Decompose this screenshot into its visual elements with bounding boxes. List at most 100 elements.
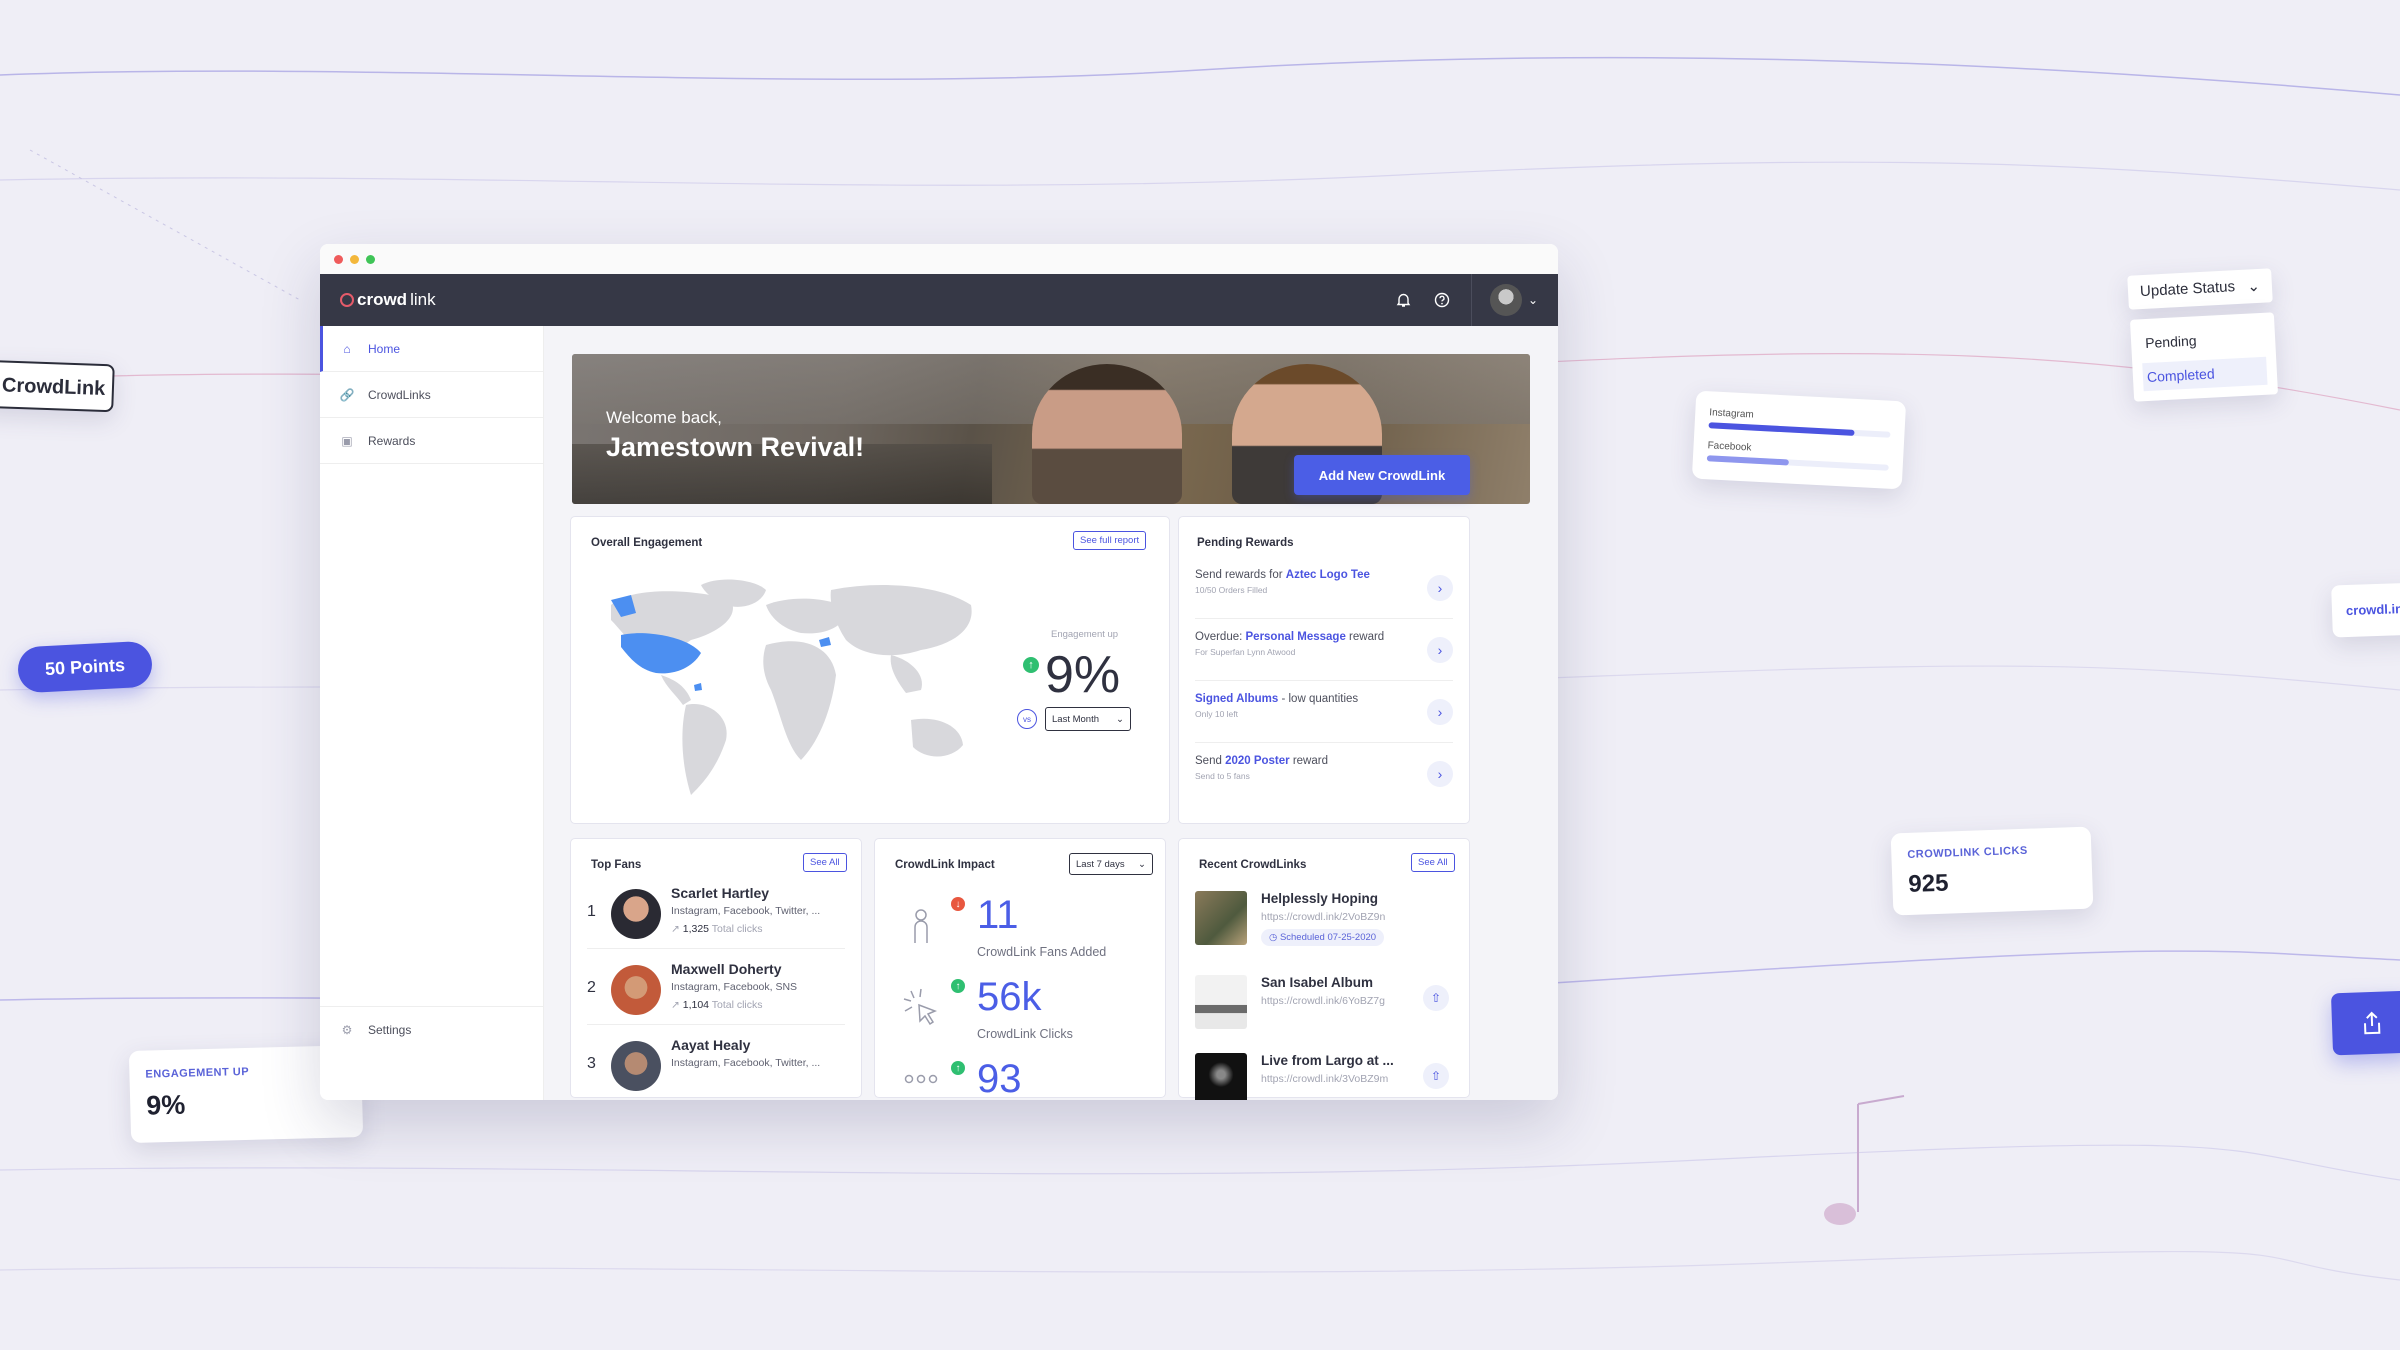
arrow-up-icon: ↑ (1023, 657, 1039, 673)
add-new-crowdlink-button[interactable]: Add New CrowdLink (1294, 455, 1470, 495)
period-select[interactable]: Last Month ⌄ (1045, 707, 1131, 731)
reward-row[interactable]: Send rewards for Aztec Logo Tee 10/50 Or… (1195, 557, 1453, 619)
world-map (611, 579, 972, 795)
status-option-completed[interactable]: Completed (2142, 356, 2268, 392)
crowdlink-tag: CrowdLink (0, 359, 115, 413)
reward-highlight: 2020 Poster (1225, 755, 1290, 767)
fan-row[interactable]: 1 Scarlet Hartley Instagram, Facebook, T… (587, 875, 845, 949)
crowdlink-logo[interactable]: crowd link (340, 290, 436, 310)
sidebar-item-settings[interactable]: ⚙ Settings (320, 1006, 543, 1052)
impact-label: CrowdLink Fans Added (977, 945, 1107, 959)
close-dot[interactable] (334, 254, 343, 264)
vs-badge: vs (1017, 709, 1037, 729)
panel-title: Top Fans (591, 859, 642, 871)
share-fab[interactable] (2330, 990, 2400, 1056)
reward-text-post: reward (1345, 631, 1385, 643)
reward-highlight: Aztec Logo Tee (1285, 569, 1370, 581)
panel-title: CrowdLink Impact (895, 859, 995, 871)
dashboard-main: Welcome back, Jamestown Revival! Add New… (544, 326, 1558, 1100)
chevron-down-icon: ⌄ (2246, 277, 2261, 296)
crowdlink-clicks-value: 925 (1907, 869, 1949, 898)
crowdlink-row[interactable]: Live from Largo at ... https://crowdl.in… (1195, 1045, 1453, 1100)
chevron-right-icon[interactable]: › (1427, 699, 1453, 725)
maximize-dot[interactable] (366, 254, 375, 264)
sidebar-item-label: Home (368, 341, 401, 356)
album-thumbnail (1195, 1053, 1247, 1100)
sidebar-item-rewards[interactable]: ▣ Rewards (320, 418, 543, 464)
gear-icon: ⚙ (341, 1022, 353, 1037)
fan-clicks-value: 1,104 (682, 999, 710, 1011)
crowdlink-title: San Isabel Album (1261, 975, 1374, 990)
user-menu[interactable]: ⌄ (1470, 274, 1538, 326)
impact-row: ↓ 11 CrowdLink Fans Added (891, 887, 1149, 969)
app-window: crowd link ⌄ ⌂ Home 🔗 CrowdLinks ▣ Rewar… (320, 244, 1558, 1100)
fan-row[interactable]: 2 Maxwell Doherty Instagram, Facebook, S… (587, 951, 845, 1025)
fan-name: Scarlet Hartley (671, 885, 770, 901)
reward-text-post: reward (1289, 755, 1328, 767)
logo-text-bold: crowd (357, 290, 408, 309)
chevron-down-icon: ⌄ (1116, 713, 1124, 725)
impact-period-select[interactable]: Last 7 days ⌄ (1069, 853, 1153, 875)
logo-text-light: link (410, 290, 436, 309)
fan-avatar (611, 1041, 661, 1091)
fan-row[interactable]: 3 Aayat Healy Instagram, Facebook, Twitt… (587, 1027, 845, 1100)
panel-title: Recent CrowdLinks (1199, 859, 1307, 871)
recent-crowdlinks-panel: Recent CrowdLinks See All Helplessly Hop… (1178, 838, 1470, 1100)
sidebar-item-label: CrowdLinks (368, 387, 431, 402)
chevron-right-icon[interactable]: › (1427, 575, 1453, 601)
status-option-pending[interactable]: Pending (2140, 323, 2265, 357)
reward-row[interactable]: Signed Albums - low quantities Only 10 l… (1195, 681, 1453, 743)
engagement-caption: Engagement up (1051, 629, 1119, 640)
reward-subtext: Send to 5 fans (1195, 771, 1250, 781)
welcome-name: Jamestown Revival! (606, 432, 865, 462)
crowdlink-impact-panel: CrowdLink Impact Last 7 days ⌄ ↓ 11 Crow… (874, 838, 1166, 1100)
minimize-dot[interactable] (350, 254, 359, 264)
see-full-report-button[interactable]: See full report (1073, 531, 1147, 550)
reward-row[interactable]: Overdue: Personal Message reward For Sup… (1195, 619, 1453, 681)
help-icon[interactable] (1433, 291, 1451, 309)
fan-clicks: ↗ 1,325 Total clicks (671, 923, 763, 935)
top-fans-panel: Top Fans See All 1 Scarlet Hartley Insta… (570, 838, 862, 1098)
welcome-text: Welcome back, Jamestown Revival! (606, 408, 864, 463)
fan-rank: 3 (587, 1055, 596, 1072)
home-icon: ⌂ (343, 341, 351, 356)
crowdlink-row[interactable]: San Isabel Album https://crowdl.ink/6YoB… (1195, 967, 1453, 1047)
panel-title: Overall Engagement (591, 537, 703, 549)
band-member-photo (1032, 364, 1182, 504)
bell-icon[interactable] (1395, 291, 1413, 309)
see-all-fans-button[interactable]: See All (803, 853, 847, 872)
album-thumbnail (1195, 975, 1247, 1029)
reward-text: Send 2020 Poster reward (1195, 755, 1453, 767)
chevron-right-icon[interactable]: › (1427, 761, 1453, 787)
status-menu: Pending Completed (2129, 312, 2279, 402)
gift-icon: ▣ (341, 433, 353, 448)
sidebar-item-home[interactable]: ⌂ Home (320, 326, 543, 372)
pending-rewards-panel: Pending Rewards Send rewards for Aztec L… (1178, 516, 1470, 824)
album-thumbnail (1195, 891, 1247, 945)
impact-period-value: Last 7 days (1076, 858, 1125, 870)
reward-text-pre: Overdue: (1195, 631, 1246, 643)
share-icon[interactable]: ⇧ (1423, 985, 1449, 1011)
social-bar-facebook (1706, 455, 1789, 466)
sidebar-item-label: Settings (368, 1022, 412, 1037)
sidebar: ⌂ Home 🔗 CrowdLinks ▣ Rewards ⚙ Settings (320, 326, 544, 1100)
crowdlink-row[interactable]: Helplessly Hoping https://crowdl.ink/2Vo… (1195, 883, 1453, 963)
cursor-click-icon (903, 988, 938, 1026)
impact-value: 11 (977, 893, 1019, 937)
chevron-down-icon: ⌄ (1527, 293, 1538, 307)
welcome-greeting: Welcome back, (606, 408, 722, 427)
chevron-right-icon[interactable]: › (1427, 637, 1453, 663)
reward-row[interactable]: Send 2020 Poster reward Send to 5 fans › (1195, 743, 1453, 805)
share-icon[interactable]: ⇧ (1423, 1063, 1449, 1089)
reward-highlight: Personal Message (1245, 631, 1346, 643)
sidebar-item-crowdlinks[interactable]: 🔗 CrowdLinks (320, 372, 543, 418)
crowdl-link-card: crowdl.in (2331, 582, 2400, 638)
impact-value: 56k (977, 975, 1042, 1019)
cursor-icon: ↗ (671, 999, 680, 1011)
fan-clicks: ↗ 1,104 Total clicks (671, 999, 763, 1011)
fan-clicks-label: Total clicks (711, 999, 763, 1011)
points-pill: 50 Points (16, 640, 154, 694)
link-icon: 🔗 (339, 387, 355, 402)
see-all-crowdlinks-button[interactable]: See All (1411, 853, 1455, 872)
reward-highlight: Signed Albums (1195, 693, 1279, 705)
